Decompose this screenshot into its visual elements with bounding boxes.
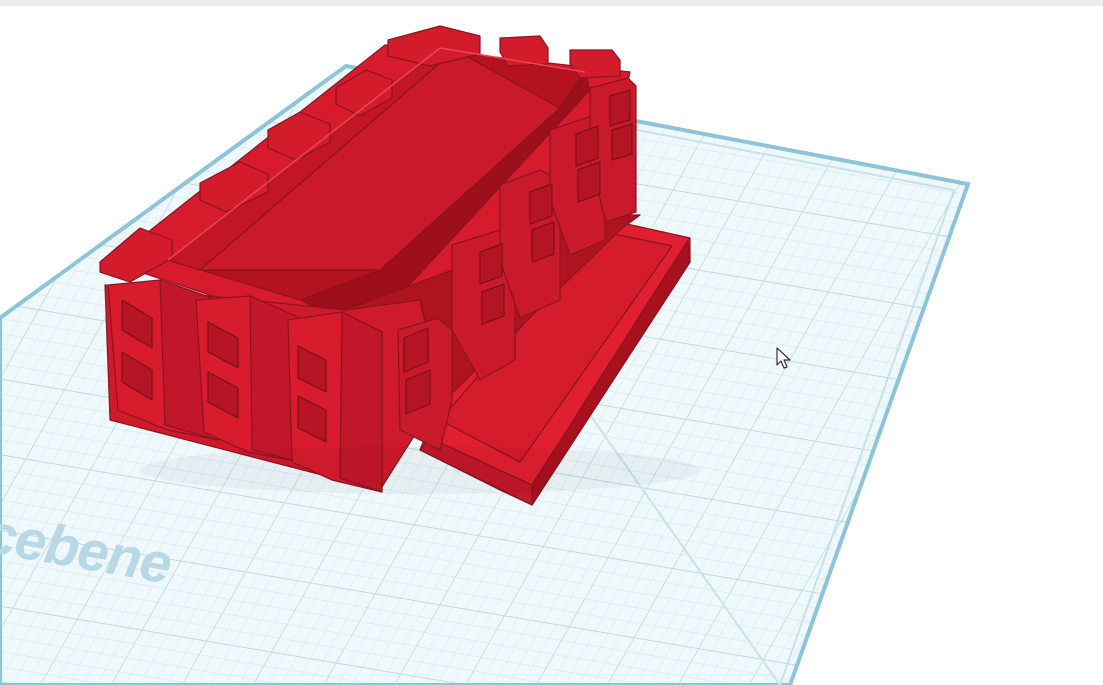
mouse-pointer-icon bbox=[776, 347, 792, 376]
workplane-viewport[interactable]: cebene bbox=[0, 0, 1103, 685]
model-shadow bbox=[140, 446, 700, 494]
